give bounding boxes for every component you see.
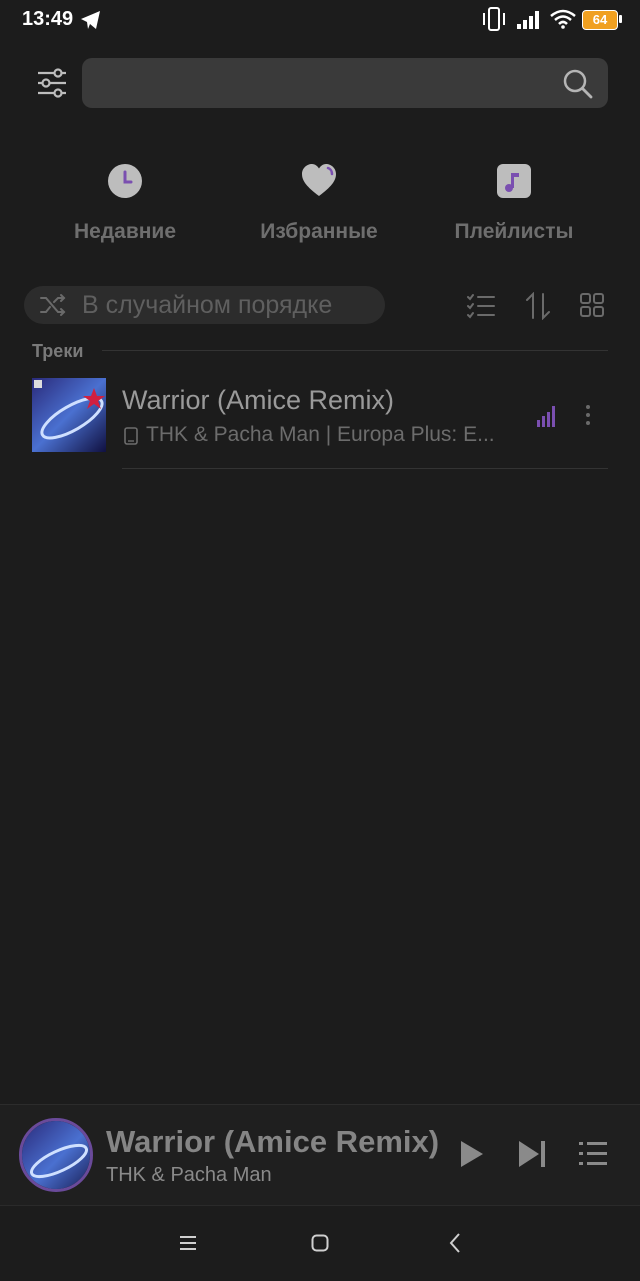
play-icon[interactable]	[460, 1140, 484, 1168]
section-title: Треки	[32, 341, 84, 361]
search-icon[interactable]	[562, 68, 594, 100]
track-divider	[122, 468, 608, 469]
home-icon[interactable]	[311, 1234, 329, 1252]
skip-next-icon[interactable]	[518, 1140, 548, 1168]
track-artwork	[32, 378, 106, 452]
shuffle-button[interactable]: В случайном порядке	[24, 286, 385, 324]
more-options-icon[interactable]	[584, 404, 592, 426]
quick-recent-label: Недавние	[73, 220, 177, 243]
track-subtitle: THK & Pacha Man | Europa Plus: E...	[146, 423, 495, 446]
queue-icon[interactable]	[578, 1141, 608, 1167]
music-note-icon	[497, 164, 531, 198]
search-bar[interactable]	[82, 58, 608, 110]
clock-icon	[108, 164, 142, 198]
quick-favorites-label: Избранные	[260, 220, 378, 243]
heart-icon	[302, 164, 336, 196]
track-title: Warrior (Amice Remix)	[122, 385, 394, 415]
status-bar: 13:49 64	[0, 0, 640, 40]
shuffle-icon	[40, 294, 66, 316]
phone-storage-icon	[124, 427, 138, 445]
section-divider	[102, 350, 608, 351]
battery-icon: 64	[582, 10, 618, 30]
signal-icon	[517, 11, 539, 29]
search-input[interactable]	[98, 58, 562, 110]
equalizer-icon	[537, 406, 555, 427]
shuffle-label: В случайном порядке	[82, 291, 333, 319]
sliders-icon[interactable]	[36, 67, 68, 99]
quick-favorites[interactable]: Избранные	[219, 163, 419, 244]
mini-player-artwork[interactable]	[19, 1118, 93, 1192]
telegram-icon	[81, 11, 100, 29]
mini-player-title: Warrior (Amice Remix)	[106, 1124, 440, 1159]
quick-recent[interactable]: Недавние	[25, 163, 225, 244]
wifi-icon	[550, 9, 576, 29]
menu-icon[interactable]	[179, 1235, 197, 1251]
mini-player-artist: THK & Pacha Man	[106, 1164, 272, 1186]
checklist-icon[interactable]	[467, 293, 495, 319]
quick-playlists-label: Плейлисты	[454, 220, 574, 243]
battery-level: 64	[592, 12, 608, 27]
sort-icon[interactable]	[525, 292, 551, 320]
back-icon[interactable]	[449, 1233, 461, 1253]
vibrate-icon	[483, 7, 505, 31]
quick-playlists[interactable]: Плейлисты	[414, 163, 614, 244]
grid-icon[interactable]	[580, 293, 604, 317]
status-time: 13:49	[22, 8, 74, 30]
